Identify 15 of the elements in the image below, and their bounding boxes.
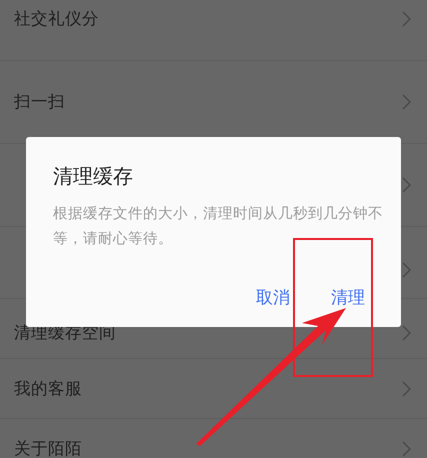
dialog-button[interactable]: 清理 <box>331 286 365 309</box>
dialog-title: 清理缓存 <box>53 163 134 190</box>
chevron-icon <box>402 325 411 341</box>
chevron-icon <box>402 94 411 110</box>
chevron-icon <box>402 11 411 27</box>
chevron-icon <box>402 262 411 278</box>
chevron-icon <box>402 177 411 193</box>
settings-item-label[interactable]: 社交礼仪分 <box>14 8 99 30</box>
dialog-button[interactable]: 取消 <box>256 286 290 309</box>
chevron-icon <box>402 380 411 396</box>
settings-item-label[interactable]: 扫一扫 <box>14 91 65 113</box>
chevron-icon <box>402 440 411 456</box>
settings-item-label[interactable]: 我的客服 <box>14 378 82 400</box>
settings-item-label[interactable]: 关于陌陌 <box>14 438 82 458</box>
dialog-message: 根据缓存文件的大小，清理时间从几秒到几分钟不等，请耐心等待。 <box>53 205 383 249</box>
